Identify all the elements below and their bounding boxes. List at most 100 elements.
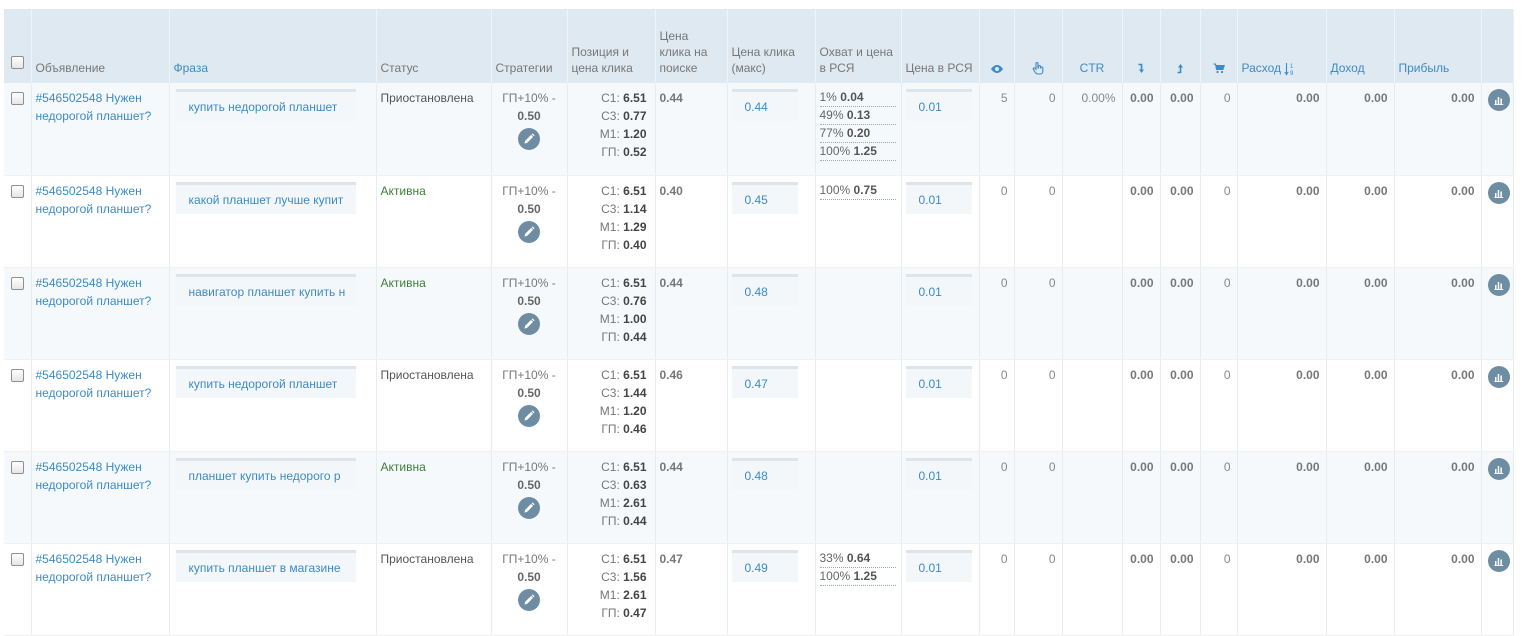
row-checkbox[interactable]: [11, 552, 24, 566]
header-position: Позиция и цена клика: [567, 9, 656, 83]
in-value: 0.00: [1122, 359, 1161, 452]
row-checkbox[interactable]: [11, 92, 24, 105]
position-line: С1: 6.51: [572, 550, 646, 568]
header-actions: [1481, 9, 1514, 83]
header-views[interactable]: [979, 9, 1015, 83]
rsya-price-cell: 0.01: [901, 359, 980, 452]
max-price-input[interactable]: 0.47: [731, 365, 798, 398]
sort-numeric-icon: 19: [1284, 62, 1294, 76]
clicks-value: 0: [1014, 451, 1063, 544]
bar-chart-icon: [1493, 557, 1503, 566]
stats-chart-button[interactable]: [1487, 457, 1510, 480]
position-key: С1:: [601, 367, 624, 382]
strategy-value: 0.50: [517, 385, 541, 400]
header-cart[interactable]: [1200, 9, 1238, 83]
rsya-price-input[interactable]: 0.01: [905, 549, 972, 582]
income-value: 0.00: [1326, 359, 1395, 452]
position-key: С3:: [601, 569, 624, 584]
expense-value: 0.00: [1237, 83, 1327, 176]
position-key: С3:: [601, 385, 624, 400]
max-price-input[interactable]: 0.45: [731, 181, 798, 214]
position-key: С1:: [601, 275, 624, 290]
phrase-input[interactable]: купить недорогой планшет: [175, 365, 356, 398]
edit-strategy-button[interactable]: [518, 220, 540, 243]
status-cell: Активна: [376, 267, 492, 360]
position-value: 0.76: [623, 293, 647, 308]
search-price-value: 0.44: [659, 459, 683, 474]
header-profit[interactable]: Прибыль: [1394, 9, 1482, 83]
row-select-cell: [4, 451, 32, 544]
ad-link[interactable]: #546502548 Нужен недорогой планшет?: [36, 460, 152, 492]
stats-chart-button[interactable]: [1487, 549, 1510, 572]
strategy-value: 0.50: [517, 477, 541, 492]
row-checkbox[interactable]: [11, 184, 24, 198]
edit-strategy-button[interactable]: [518, 496, 540, 519]
row-checkbox[interactable]: [11, 368, 24, 382]
header-clicks[interactable]: [1014, 9, 1063, 83]
edit-strategy-button[interactable]: [518, 588, 540, 611]
rsya-price-input[interactable]: 0.01: [905, 365, 972, 398]
row-select-cell: [4, 267, 32, 360]
profit-value: 0.00: [1394, 267, 1482, 360]
position-key: С3:: [601, 293, 624, 308]
max-price-input[interactable]: 0.49: [731, 549, 798, 582]
search-price-value: 0.47: [659, 551, 683, 566]
edit-strategy-button[interactable]: [518, 128, 540, 150]
rsya-price-input[interactable]: 0.01: [905, 181, 972, 214]
search-price-value: 0.44: [659, 91, 683, 105]
stats-chart-button[interactable]: [1487, 181, 1510, 204]
rsya-price-input[interactable]: 0.01: [905, 273, 972, 306]
phrase-input[interactable]: какой планшет лучше купит: [175, 181, 356, 214]
select-all-checkbox[interactable]: [11, 56, 24, 69]
profit-value: 0.00: [1394, 359, 1482, 452]
max-price-input[interactable]: 0.48: [731, 273, 798, 306]
edit-strategy-button[interactable]: [518, 404, 540, 427]
position-value: 0.40: [623, 237, 647, 252]
income-value: 0.00: [1326, 267, 1395, 360]
header-select-all[interactable]: [4, 9, 32, 83]
header-out[interactable]: [1160, 9, 1201, 83]
status-cell: Приостановлена: [376, 359, 492, 452]
phrase-input[interactable]: планшет купить недорого р: [175, 457, 356, 490]
search-price-value: 0.40: [659, 183, 683, 198]
stats-chart-button[interactable]: [1487, 89, 1510, 111]
ad-cell: #546502548 Нужен недорогой планшет?: [31, 175, 170, 268]
ad-link[interactable]: #546502548 Нужен недорогой планшет?: [36, 184, 152, 216]
out-value: 0.00: [1160, 175, 1201, 268]
ad-link[interactable]: #546502548 Нужен недорогой планшет?: [36, 368, 152, 400]
row-checkbox[interactable]: [11, 460, 24, 474]
rsya-price-input[interactable]: 0.01: [905, 457, 972, 490]
expense-value: 0.00: [1237, 359, 1327, 452]
max-price-input[interactable]: 0.48: [731, 457, 798, 490]
max-price-cell: 0.47: [727, 359, 816, 452]
views-value: 5: [979, 83, 1015, 176]
phrase-input[interactable]: купить недорогой планшет: [175, 89, 356, 121]
ad-link[interactable]: #546502548 Нужен недорогой планшет?: [36, 91, 152, 123]
header-expense[interactable]: Расход 19: [1237, 9, 1327, 83]
max-price-input[interactable]: 0.44: [731, 89, 798, 121]
phrase-input[interactable]: навигатор планшет купить н: [175, 273, 356, 306]
ad-link[interactable]: #546502548 Нужен недорогой планшет?: [36, 276, 152, 308]
header-income[interactable]: Доход: [1326, 9, 1395, 83]
header-in[interactable]: [1122, 9, 1161, 83]
position-line: ГП: 0.40: [572, 236, 647, 254]
coverage-price: 0.64: [846, 550, 871, 565]
edit-strategy-button[interactable]: [518, 312, 540, 335]
coverage-percent: 33%: [819, 550, 847, 565]
ad-link[interactable]: #546502548 Нужен недорогой планшет?: [36, 552, 152, 584]
table-row: #546502548 Нужен недорогой планшет? план…: [4, 451, 1514, 544]
phrase-input[interactable]: купить планшет в магазине: [175, 549, 356, 582]
row-select-cell: [4, 359, 32, 452]
coverage-price: 0.04: [840, 90, 864, 104]
stats-chart-button[interactable]: [1487, 273, 1510, 296]
rsya-price-input[interactable]: 0.01: [905, 89, 972, 121]
coverage-cell: [815, 267, 902, 360]
position-value: 1.44: [623, 385, 647, 400]
header-phrase[interactable]: Фраза: [169, 9, 377, 83]
stats-chart-button[interactable]: [1487, 365, 1510, 388]
header-ctr[interactable]: CTR: [1062, 9, 1123, 83]
row-checkbox[interactable]: [11, 276, 24, 290]
status-cell: Приостановлена: [376, 543, 492, 636]
ad-cell: #546502548 Нужен недорогой планшет?: [31, 359, 170, 452]
ctr-value: 0.00%: [1062, 83, 1123, 176]
